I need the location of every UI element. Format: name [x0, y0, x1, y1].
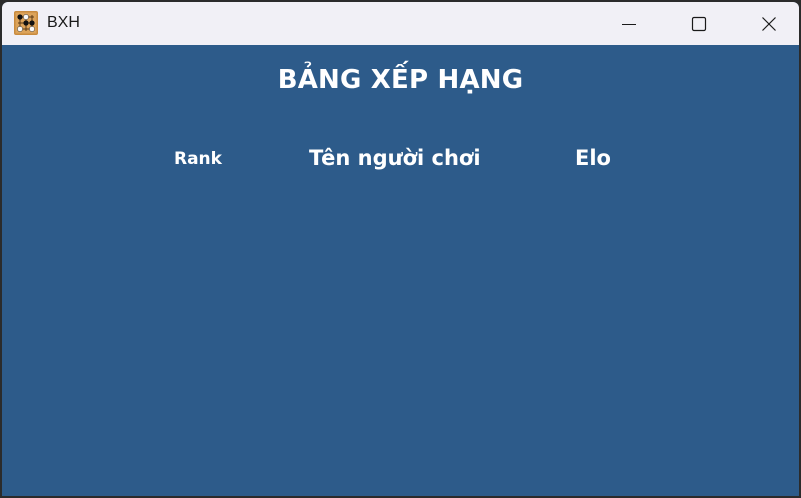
maximize-icon: [691, 16, 707, 31]
title-bar[interactable]: BXH: [2, 2, 799, 45]
column-header-elo: Elo: [575, 146, 611, 170]
window-title: BXH: [47, 14, 80, 31]
minimize-button[interactable]: [594, 2, 664, 45]
column-header-player-name: Tên người chơi: [309, 146, 481, 170]
page-title: BẢNG XẾP HẠNG: [277, 65, 524, 95]
column-header-rank: Rank: [174, 149, 222, 169]
leaderboard-window: BXH BẢNG XẾP HẠNG Rank Tên người chơi El…: [2, 2, 799, 496]
go-board-icon: [14, 11, 38, 35]
leaderboard-panel: BẢNG XẾP HẠNG Rank Tên người chơi Elo: [2, 45, 799, 496]
close-button[interactable]: [734, 2, 799, 45]
maximize-button[interactable]: [664, 2, 734, 45]
close-icon: [762, 16, 776, 31]
minimize-icon: [622, 23, 636, 25]
